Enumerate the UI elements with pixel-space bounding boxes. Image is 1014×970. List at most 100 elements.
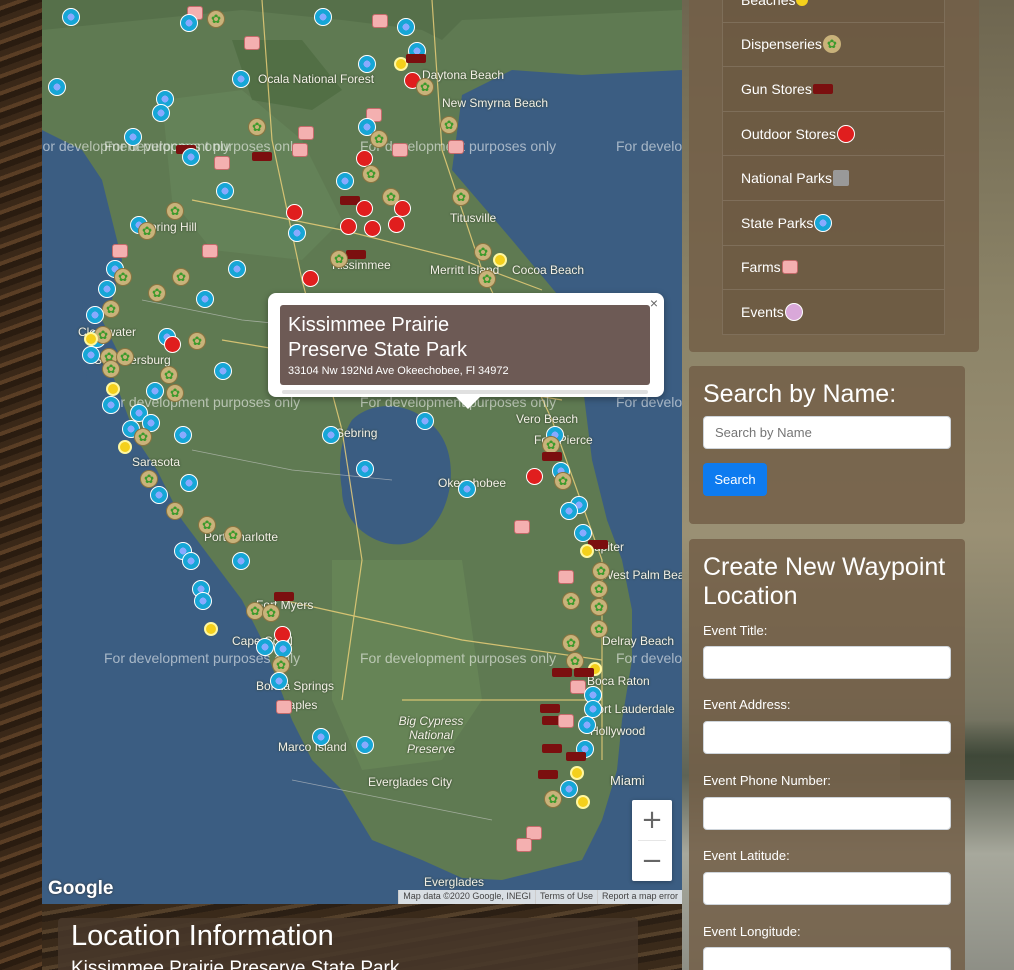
info-scrollbar[interactable] (282, 390, 648, 394)
category-state-parks[interactable]: State Parks (722, 200, 945, 246)
farm-marker[interactable] (112, 244, 128, 258)
farm-marker[interactable] (558, 570, 574, 584)
state-park-marker[interactable] (232, 70, 250, 88)
category-gun-stores[interactable]: Gun Stores (722, 67, 945, 112)
category-dispenseries[interactable]: Dispenseries ✿ (722, 22, 945, 68)
farm-marker[interactable] (214, 156, 230, 170)
event-title-field[interactable] (703, 646, 951, 679)
dispensary-marker[interactable] (188, 332, 206, 350)
dispensary-marker[interactable] (134, 428, 152, 446)
dispensary-marker[interactable] (416, 78, 434, 96)
dispensary-marker[interactable] (452, 188, 470, 206)
state-park-marker[interactable] (98, 280, 116, 298)
dispensary-marker[interactable] (138, 222, 156, 240)
state-park-marker[interactable] (82, 346, 100, 364)
state-park-marker[interactable] (180, 14, 198, 32)
state-park-marker[interactable] (358, 55, 376, 73)
state-park-marker[interactable] (312, 728, 330, 746)
dispensary-marker[interactable] (440, 116, 458, 134)
farm-marker[interactable] (276, 700, 292, 714)
state-park-marker[interactable] (356, 736, 374, 754)
outdoor-store-marker[interactable] (526, 468, 543, 485)
dispensary-marker[interactable] (116, 348, 134, 366)
dispensary-marker[interactable] (248, 118, 266, 136)
farm-marker[interactable] (514, 520, 530, 534)
state-park-marker[interactable] (102, 396, 120, 414)
outdoor-store-marker[interactable] (164, 336, 181, 353)
dispensary-marker[interactable] (370, 130, 388, 148)
dispensary-marker[interactable] (562, 592, 580, 610)
dispensary-marker[interactable] (590, 620, 608, 638)
state-park-marker[interactable] (314, 8, 332, 26)
state-park-marker[interactable] (214, 362, 232, 380)
event-phone-field[interactable] (703, 797, 951, 830)
beach-marker[interactable] (570, 766, 584, 780)
farm-marker[interactable] (516, 838, 532, 852)
gun-store-marker[interactable] (574, 668, 594, 677)
state-park-marker[interactable] (560, 780, 578, 798)
state-park-marker[interactable] (228, 260, 246, 278)
state-park-marker[interactable] (180, 474, 198, 492)
gun-store-marker[interactable] (252, 152, 272, 161)
outdoor-store-marker[interactable] (364, 220, 381, 237)
dispensary-marker[interactable] (102, 360, 120, 378)
state-park-marker[interactable] (48, 78, 66, 96)
dispensary-marker[interactable] (262, 604, 280, 622)
dispensary-marker[interactable] (224, 526, 242, 544)
farm-marker[interactable] (292, 143, 308, 157)
state-park-marker-selected[interactable] (416, 412, 434, 430)
beach-marker[interactable] (576, 795, 590, 809)
dispensary-marker[interactable] (474, 243, 492, 261)
beach-marker[interactable] (204, 622, 218, 636)
state-park-marker[interactable] (458, 480, 476, 498)
dispensary-marker[interactable] (166, 202, 184, 220)
farm-marker[interactable] (372, 14, 388, 28)
outdoor-store-marker[interactable] (340, 218, 357, 235)
close-icon[interactable]: × (650, 295, 658, 311)
beach-marker[interactable] (493, 253, 507, 267)
beach-marker[interactable] (580, 544, 594, 558)
dispensary-marker[interactable] (207, 10, 225, 28)
state-park-marker[interactable] (86, 306, 104, 324)
search-button[interactable]: Search (703, 463, 767, 496)
state-park-marker[interactable] (174, 426, 192, 444)
beach-marker[interactable] (118, 440, 132, 454)
state-park-marker[interactable] (288, 224, 306, 242)
state-park-marker[interactable] (182, 552, 200, 570)
dispensary-marker[interactable] (590, 580, 608, 598)
dispensary-marker[interactable] (166, 384, 184, 402)
category-events[interactable]: Events (722, 290, 945, 335)
state-park-marker[interactable] (146, 382, 164, 400)
state-park-marker[interactable] (336, 172, 354, 190)
beach-marker[interactable] (84, 332, 98, 346)
gun-store-marker[interactable] (406, 54, 426, 63)
state-park-marker[interactable] (356, 460, 374, 478)
dispensary-marker[interactable] (562, 634, 580, 652)
state-park-marker[interactable] (397, 18, 415, 36)
gun-store-marker[interactable] (542, 452, 562, 461)
dispensary-marker[interactable] (554, 472, 572, 490)
gun-store-marker[interactable] (552, 668, 572, 677)
report-map-error-link[interactable]: Report a map error (596, 890, 682, 904)
gun-store-marker[interactable] (346, 250, 366, 259)
zoom-in-button[interactable]: + (632, 800, 672, 840)
outdoor-store-marker[interactable] (388, 216, 405, 233)
search-input[interactable] (703, 416, 951, 449)
state-park-marker[interactable] (194, 592, 212, 610)
terms-of-use-link[interactable]: Terms of Use (534, 890, 597, 904)
state-park-marker[interactable] (578, 716, 596, 734)
dispensary-marker[interactable] (166, 502, 184, 520)
state-park-marker[interactable] (560, 502, 578, 520)
state-park-marker[interactable] (150, 486, 168, 504)
dispensary-marker[interactable] (148, 284, 166, 302)
outdoor-store-marker[interactable] (286, 204, 303, 221)
category-farms[interactable]: Farms (722, 245, 945, 291)
gun-store-marker[interactable] (538, 770, 558, 779)
event-latitude-field[interactable] (703, 872, 951, 905)
state-park-marker[interactable] (152, 104, 170, 122)
category-national-parks[interactable]: National Parks (722, 156, 945, 201)
map-canvas[interactable]: For development purposes only For develo… (42, 0, 682, 904)
dispensary-marker[interactable] (544, 790, 562, 808)
outdoor-store-marker[interactable] (394, 200, 411, 217)
beach-marker[interactable] (106, 382, 120, 396)
